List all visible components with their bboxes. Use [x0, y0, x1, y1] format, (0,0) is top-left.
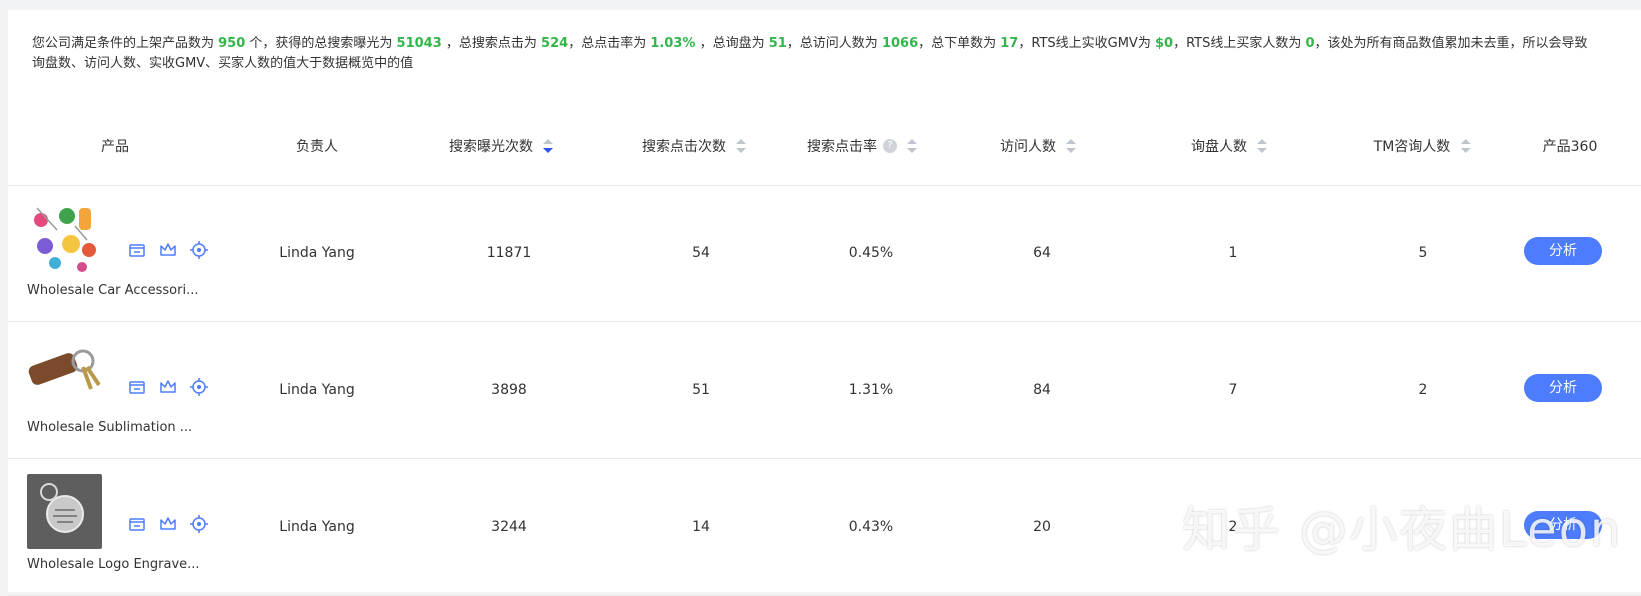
summary-text-part: 个，获得的总搜索曝光为: [245, 36, 397, 51]
clicks-cell: 51: [692, 382, 710, 398]
summary-ctr: 1.03%: [650, 36, 696, 51]
summary-text-part: ，总点击率为: [568, 36, 651, 51]
sort-icon[interactable]: [1257, 139, 1267, 153]
exposure-cell: 3244: [491, 519, 527, 535]
product-icon-group: [127, 239, 215, 261]
ctr-cell: 1.31%: [848, 382, 894, 398]
tm-cell: 2: [1418, 382, 1428, 398]
owner-cell: Linda Yang: [279, 519, 355, 535]
column-label: 负责人: [296, 139, 338, 155]
store-icon[interactable]: [127, 240, 147, 260]
analyze-button[interactable]: 分析: [1524, 237, 1602, 265]
ctr-cell: 0.45%: [848, 245, 894, 261]
table-row: Wholesale Car Accessori... Linda Yang 11…: [8, 185, 1641, 322]
summary-text-part: ，总访问人数为: [786, 36, 882, 51]
summary-text-part: 您公司满足条件的上架产品数为: [32, 36, 219, 51]
visitors-cell: 64: [1033, 245, 1051, 261]
column-header-product360: 产品360: [1543, 110, 1598, 185]
watermark: 知乎 @小夜曲Leon: [1182, 502, 1623, 558]
product-name[interactable]: Wholesale Logo Engrave...: [27, 555, 212, 575]
column-header-inquirers[interactable]: 询盘人数: [1191, 110, 1267, 185]
summary-gmv: $0: [1154, 36, 1174, 51]
exposure-cell: 11871: [486, 245, 532, 261]
store-icon[interactable]: [127, 514, 147, 534]
column-label: 搜索点击次数: [642, 139, 726, 155]
summary-text-part: ，RTS线上实收GMV为: [1018, 36, 1155, 51]
column-label: 产品: [101, 139, 129, 155]
column-label: 搜索曝光次数: [449, 139, 533, 155]
column-header-product: 产品: [101, 110, 129, 185]
summary-text: 您公司满足条件的上架产品数为 950 个，获得的总搜索曝光为 51043 ，总搜…: [32, 34, 1592, 74]
help-icon[interactable]: ?: [883, 139, 897, 153]
ctr-cell: 0.43%: [848, 519, 894, 535]
column-header-ctr[interactable]: 搜索点击率?: [807, 110, 917, 185]
product-icon-group: [127, 513, 215, 535]
column-header-exposure[interactable]: 搜索曝光次数: [449, 110, 553, 185]
crown-icon[interactable]: [158, 240, 178, 260]
crown-icon[interactable]: [158, 377, 178, 397]
product-icon-group: [127, 376, 215, 398]
sort-icon[interactable]: [1460, 139, 1471, 153]
crown-icon[interactable]: [158, 514, 178, 534]
sort-icon[interactable]: [543, 139, 553, 153]
product-thumbnail[interactable]: [27, 474, 102, 549]
target-icon[interactable]: [189, 514, 209, 534]
column-label: TM咨询人数: [1373, 139, 1451, 155]
inquirers-cell: 1: [1228, 245, 1238, 261]
summary-text-part: ，RTS线上买家人数为: [1173, 36, 1306, 51]
visitors-cell: 20: [1033, 519, 1051, 535]
analyze-button[interactable]: 分析: [1524, 374, 1602, 402]
summary-clicks: 524: [541, 36, 569, 51]
column-header-owner: 负责人: [296, 110, 338, 185]
owner-cell: Linda Yang: [279, 382, 355, 398]
table-row: Wholesale Sublimation ... Linda Yang 389…: [8, 322, 1641, 459]
column-label: 产品360: [1542, 139, 1598, 155]
summary-visitors: 1066: [881, 36, 919, 51]
summary-inquiries: 51: [768, 36, 787, 51]
summary-buyers: 0: [1305, 36, 1315, 51]
visitors-cell: 84: [1033, 382, 1051, 398]
column-header-visitors[interactable]: 访问人数: [1000, 110, 1076, 185]
summary-text-part: ，总搜索点击为: [441, 36, 542, 51]
sort-icon[interactable]: [736, 139, 746, 153]
tm-cell: 5: [1418, 245, 1428, 261]
column-header-tm[interactable]: TM咨询人数: [1374, 110, 1471, 185]
store-icon[interactable]: [127, 377, 147, 397]
product-name[interactable]: Wholesale Sublimation ...: [27, 418, 212, 438]
clicks-cell: 54: [692, 245, 710, 261]
column-label: 访问人数: [1000, 139, 1056, 155]
table-header: 产品 负责人 搜索曝光次数 搜索点击次数 搜索点击率? 访问人数 询盘人数 TM…: [8, 110, 1641, 186]
summary-products-count: 950: [218, 36, 246, 51]
product-name[interactable]: Wholesale Car Accessori...: [27, 281, 212, 301]
summary-orders: 17: [1000, 36, 1019, 51]
target-icon[interactable]: [189, 377, 209, 397]
exposure-cell: 3898: [491, 382, 527, 398]
target-icon[interactable]: [189, 240, 209, 260]
owner-cell: Linda Yang: [279, 245, 355, 261]
sort-icon[interactable]: [1066, 139, 1076, 153]
column-label: 搜索点击率: [807, 139, 877, 155]
sort-icon[interactable]: [907, 139, 917, 153]
product-thumbnail[interactable]: [27, 337, 102, 412]
inquirers-cell: 7: [1228, 382, 1238, 398]
product-thumbnail[interactable]: [27, 200, 102, 275]
clicks-cell: 14: [692, 519, 710, 535]
summary-exposure: 51043: [396, 36, 442, 51]
summary-text-part: ，总下单数为: [918, 36, 1001, 51]
summary-text-part: ，总询盘为: [695, 36, 769, 51]
column-header-clicks[interactable]: 搜索点击次数: [642, 110, 746, 185]
column-label: 询盘人数: [1191, 139, 1247, 155]
